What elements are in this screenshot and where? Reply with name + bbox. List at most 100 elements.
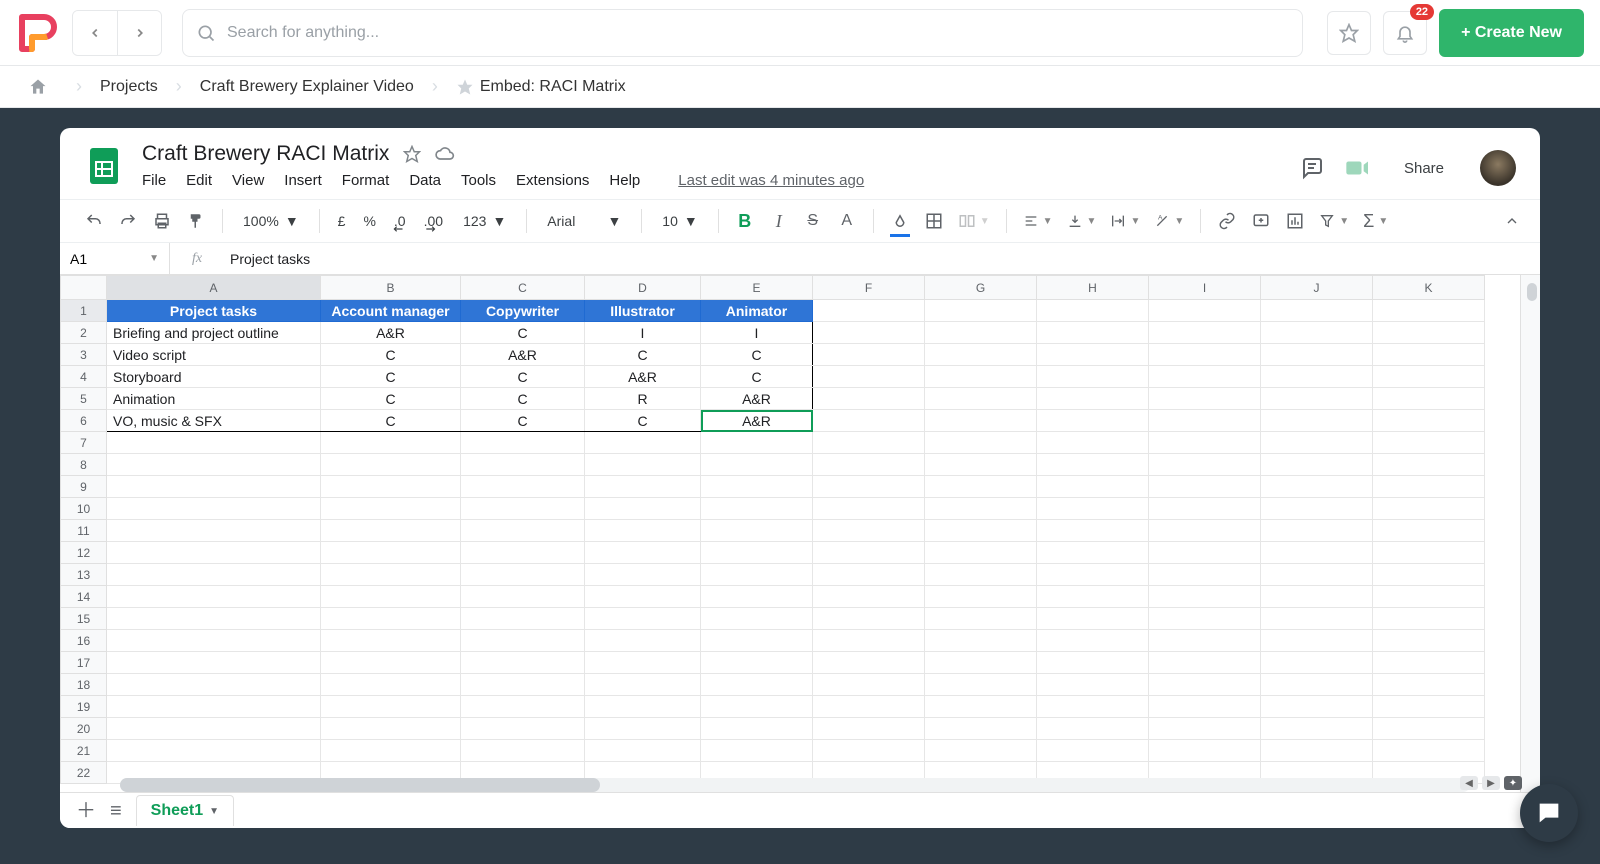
cell[interactable] xyxy=(1037,564,1149,586)
cell[interactable] xyxy=(1149,322,1261,344)
row-header[interactable]: 5 xyxy=(61,388,107,410)
cell[interactable] xyxy=(813,476,925,498)
cell[interactable] xyxy=(1261,520,1373,542)
cell[interactable] xyxy=(813,630,925,652)
cell[interactable] xyxy=(1261,388,1373,410)
cell[interactable] xyxy=(1373,674,1485,696)
menu-insert[interactable]: Insert xyxy=(284,172,322,189)
notifications-button[interactable]: 22 xyxy=(1383,11,1427,55)
forward-button[interactable] xyxy=(117,11,161,55)
add-sheet-button[interactable]: ＋ xyxy=(76,801,96,821)
dec-decrease-button[interactable]: .0 xyxy=(388,213,412,229)
cell[interactable] xyxy=(321,432,461,454)
cell[interactable] xyxy=(461,542,585,564)
menu-extensions[interactable]: Extensions xyxy=(516,172,589,189)
cell[interactable] xyxy=(1373,608,1485,630)
cell[interactable] xyxy=(107,564,321,586)
print-icon[interactable] xyxy=(148,207,176,235)
cell[interactable] xyxy=(1149,410,1261,432)
row-header[interactable]: 16 xyxy=(61,630,107,652)
cell[interactable] xyxy=(461,564,585,586)
cell[interactable] xyxy=(1373,388,1485,410)
cell[interactable] xyxy=(925,300,1037,322)
cell[interactable]: I xyxy=(585,322,701,344)
cell[interactable] xyxy=(1037,740,1149,762)
cell[interactable] xyxy=(585,476,701,498)
cell[interactable] xyxy=(1261,652,1373,674)
cell[interactable] xyxy=(1149,476,1261,498)
cell[interactable] xyxy=(1037,498,1149,520)
col-header[interactable]: J xyxy=(1261,276,1373,300)
col-header[interactable]: G xyxy=(925,276,1037,300)
cell[interactable] xyxy=(321,564,461,586)
collapse-toolbar-icon[interactable] xyxy=(1504,213,1520,229)
cell[interactable]: C xyxy=(701,344,813,366)
cell[interactable] xyxy=(813,344,925,366)
row-header[interactable]: 4 xyxy=(61,366,107,388)
cell[interactable] xyxy=(107,740,321,762)
rotate-text-button[interactable]: A▼ xyxy=(1150,207,1188,235)
cell[interactable] xyxy=(813,454,925,476)
cell[interactable] xyxy=(107,542,321,564)
cell[interactable]: A&R xyxy=(701,410,813,432)
col-header[interactable]: K xyxy=(1373,276,1485,300)
cell[interactable] xyxy=(701,608,813,630)
cell[interactable] xyxy=(1149,520,1261,542)
row-header[interactable]: 15 xyxy=(61,608,107,630)
col-header[interactable]: B xyxy=(321,276,461,300)
cell[interactable] xyxy=(1037,652,1149,674)
cell[interactable] xyxy=(813,696,925,718)
cell[interactable] xyxy=(1373,366,1485,388)
cell[interactable] xyxy=(1261,410,1373,432)
cell[interactable] xyxy=(1261,630,1373,652)
cell[interactable] xyxy=(321,674,461,696)
cell[interactable] xyxy=(1149,542,1261,564)
star-icon[interactable] xyxy=(456,78,474,96)
cell[interactable] xyxy=(1037,476,1149,498)
cell[interactable] xyxy=(1373,652,1485,674)
crumb-project-name[interactable]: Craft Brewery Explainer Video xyxy=(200,78,414,96)
cell[interactable] xyxy=(1261,718,1373,740)
cell[interactable] xyxy=(461,586,585,608)
cell[interactable] xyxy=(107,432,321,454)
cell[interactable] xyxy=(461,718,585,740)
cell[interactable] xyxy=(321,520,461,542)
cell[interactable] xyxy=(107,454,321,476)
cell[interactable]: C xyxy=(321,366,461,388)
cell[interactable] xyxy=(1261,740,1373,762)
bold-button[interactable]: B xyxy=(731,207,759,235)
cell[interactable] xyxy=(461,520,585,542)
cell[interactable] xyxy=(1149,432,1261,454)
cell[interactable]: Video script xyxy=(107,344,321,366)
cell[interactable] xyxy=(1373,586,1485,608)
menu-data[interactable]: Data xyxy=(409,172,441,189)
cell[interactable] xyxy=(585,630,701,652)
cell[interactable]: C xyxy=(461,322,585,344)
col-header[interactable]: H xyxy=(1037,276,1149,300)
cell[interactable] xyxy=(1261,696,1373,718)
currency-button[interactable]: £ xyxy=(332,213,352,229)
cell[interactable] xyxy=(813,520,925,542)
cell[interactable] xyxy=(925,696,1037,718)
cell[interactable] xyxy=(461,696,585,718)
functions-icon[interactable]: Σ▼ xyxy=(1359,207,1392,235)
row-header[interactable]: 22 xyxy=(61,762,107,784)
row-header[interactable]: 9 xyxy=(61,476,107,498)
cell[interactable] xyxy=(1037,696,1149,718)
cell[interactable]: A&R xyxy=(585,366,701,388)
cell[interactable] xyxy=(1037,608,1149,630)
cell[interactable]: C xyxy=(461,410,585,432)
all-sheets-button[interactable]: ≡ xyxy=(110,801,122,821)
last-edit-link[interactable]: Last edit was 4 minutes ago xyxy=(678,172,864,189)
intercom-launcher[interactable] xyxy=(1520,784,1578,842)
paint-format-icon[interactable] xyxy=(182,207,210,235)
cell[interactable] xyxy=(1261,542,1373,564)
cell[interactable] xyxy=(1037,454,1149,476)
cell[interactable] xyxy=(813,410,925,432)
cell[interactable] xyxy=(701,718,813,740)
cell[interactable] xyxy=(585,520,701,542)
cell[interactable] xyxy=(1261,586,1373,608)
cell[interactable] xyxy=(1373,344,1485,366)
cell[interactable] xyxy=(1261,498,1373,520)
cell[interactable] xyxy=(813,674,925,696)
